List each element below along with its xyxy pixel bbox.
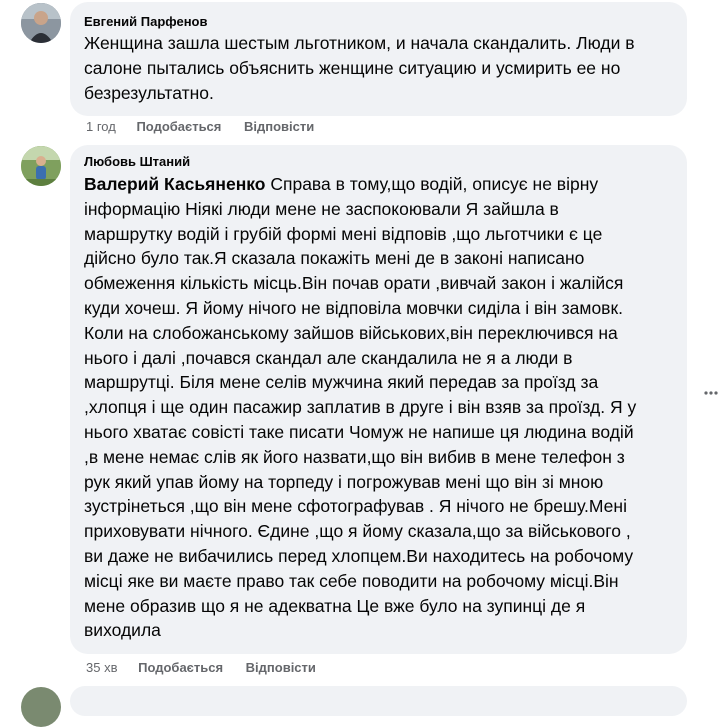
comment-timestamp[interactable]: 35 хв xyxy=(86,660,117,676)
comment-text-line: рук який упав йому на торпеду і погрожув… xyxy=(84,471,604,492)
avatar-photo xyxy=(21,146,61,186)
comment-text-line: куди хочеш. Я йому нічого не відповіла м… xyxy=(84,297,623,318)
comment-text-line: ,в мене немає слів як його назвати,що ві… xyxy=(84,446,625,467)
comment-text-line: місці яке ви маєте право так себе поводи… xyxy=(84,570,619,591)
comment-text: Женщина зашла шестым льготником, и начал… xyxy=(84,31,671,105)
comment-text-line: мене образив що я не адекватна Це вже бу… xyxy=(84,595,586,616)
comment-text-line: маршрутку водій і грубій формі мені відп… xyxy=(84,223,603,244)
comment-author[interactable]: Любовь Штаний xyxy=(84,154,671,170)
comment-text-line: нього хватає совісті таке писати Чомуж н… xyxy=(84,421,634,442)
comment-actions: 1 год Подобається Відповісти xyxy=(86,119,314,135)
comment-text-line: виходила xyxy=(84,620,161,641)
comment-text-fragment: Справа в тому,що водій, описує не вірну xyxy=(265,174,599,194)
comment-bubble: Любовь Штаний Валерий Касьяненко Справа … xyxy=(70,145,687,654)
comment-text-line: обмеження кількість місць.Він почав орат… xyxy=(84,273,624,294)
comment-text-line: салоне пытались объяснить женщине ситуац… xyxy=(84,57,621,78)
comment-text: Валерий Касьяненко Справа в тому,що воді… xyxy=(84,172,671,643)
comment-text-line: безрезультатно. xyxy=(84,82,214,103)
avatar[interactable] xyxy=(21,687,61,727)
comment-text-line: зустрінеться ,що він мене сфотографував … xyxy=(84,496,627,517)
avatar-photo xyxy=(21,3,61,43)
comment-text-line: дійсно було так.Я сказала покажіть мені … xyxy=(84,248,585,269)
comment-text-line: ви даже не вибачились перед хлопцем.Ви н… xyxy=(84,545,634,566)
comment-text-line: інформацію Ніякі люди мене не заспокоюва… xyxy=(84,198,559,219)
comment-text-line: Коли на слобожанському зайшов військових… xyxy=(84,322,618,343)
like-button[interactable]: Подобається xyxy=(138,660,223,676)
comment-text-line: ,хлопця і ще один пасажир заплатив в дру… xyxy=(84,397,637,418)
reply-button[interactable]: Відповісти xyxy=(244,119,314,135)
avatar[interactable] xyxy=(21,146,61,186)
comment-timestamp[interactable]: 1 год xyxy=(86,119,116,135)
reply-button[interactable]: Відповісти xyxy=(246,660,316,676)
comment-bubble: Евгений Парфенов Женщина зашла шестым ль… xyxy=(70,2,687,116)
more-horizontal-icon[interactable] xyxy=(704,391,718,395)
comment-bubble xyxy=(70,686,687,716)
comment-text-line: маршрутці. Біля мене селів мужчина який … xyxy=(84,372,599,393)
comment-text-line: Валерий Касьяненко Справа в тому,що воді… xyxy=(84,172,671,197)
comment-text-line: нього і далі ,почався скандал але сканда… xyxy=(84,347,573,368)
mention-link[interactable]: Валерий Касьяненко xyxy=(84,174,265,194)
like-button[interactable]: Подобається xyxy=(136,119,221,135)
comment-actions: 35 хв Подобається Відповісти xyxy=(86,660,316,676)
comment-text-line: Женщина зашла шестым льготником, и начал… xyxy=(84,33,635,53)
avatar[interactable] xyxy=(21,3,61,43)
comment-text-line: приховувати нічного. Єдине ,що я йому ск… xyxy=(84,521,631,542)
comment-author[interactable]: Евгений Парфенов xyxy=(84,14,671,30)
